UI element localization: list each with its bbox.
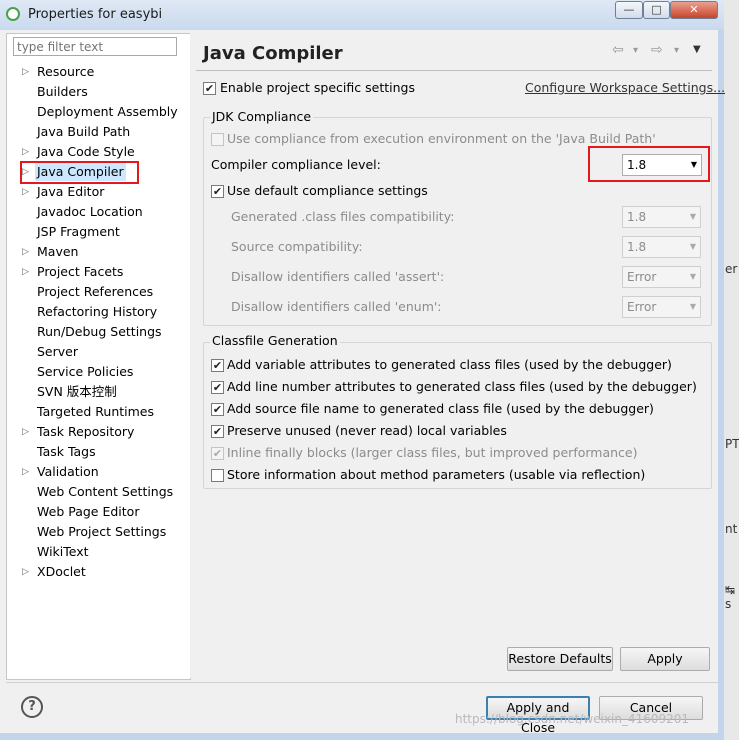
tree-item[interactable]: Builders [37,83,88,101]
disallow-enum-value: Error [627,300,657,314]
classfile-option-checkbox[interactable]: ✔ [211,447,224,460]
tree-item[interactable]: WikiText [37,543,89,561]
classfile-option-checkbox[interactable]: ✔ [211,359,224,372]
filter-input[interactable] [13,37,177,56]
restore-defaults-button[interactable]: Restore Defaults [507,647,613,671]
view-menu-icon[interactable]: ▼ [693,44,701,55]
tree-item[interactable]: Web Content Settings [37,483,173,501]
tree-item[interactable]: Project References [37,283,153,301]
tree-item[interactable]: Server [37,343,78,361]
tree-item[interactable]: Targeted Runtimes [37,403,154,421]
background-window-strip [724,0,739,740]
enable-specific-checkbox[interactable]: ✔ [203,82,216,95]
help-icon[interactable]: ? [21,696,43,718]
tree-item[interactable]: Task Repository [37,423,134,441]
tree-item[interactable]: Run/Debug Settings [37,323,162,341]
use-ee-compliance-label: Use compliance from execution environmen… [227,131,656,146]
expand-arrow-icon[interactable]: ▷ [22,143,30,161]
expand-arrow-icon[interactable]: ▷ [22,243,30,261]
disallow-assert-value: Error [627,270,657,284]
disallow-assert-label: Disallow identifiers called 'assert': [231,269,445,284]
tree-item[interactable]: Javadoc Location [37,203,143,221]
class-compat-select[interactable]: 1.8 ▼ [622,206,701,228]
expand-arrow-icon[interactable]: ▷ [22,183,30,201]
class-compat-value: 1.8 [627,210,647,224]
background-text: ↹ s [725,583,736,611]
disallow-enum-select[interactable]: Error ▼ [622,296,701,318]
highlight-box [20,161,139,184]
dropdown-arrow-icon: ▼ [689,272,696,281]
classfile-option-label: Store information about method parameter… [227,467,646,482]
jdk-compliance-title: JDK Compliance [210,109,314,124]
tree-item[interactable]: Maven [37,243,78,261]
watermark: https://blog.csdn.net/weixin_41609201 [455,712,690,726]
disallow-enum-label: Disallow identifiers called 'enum': [231,299,442,314]
tree-item[interactable]: Deployment Assembly [37,103,178,121]
classfile-option-label: Preserve unused (never read) local varia… [227,423,507,438]
highlight-box [588,146,710,182]
source-compat-value: 1.8 [627,240,647,254]
back-arrow-icon[interactable]: ⇦ [612,42,624,58]
classfile-option-label: Add variable attributes to generated cla… [227,357,672,372]
tree-item[interactable]: Resource [37,63,94,81]
tree-item[interactable]: XDoclet [37,563,86,581]
close-button[interactable]: ✕ [670,1,718,19]
dialog-frame-bottom [0,733,724,740]
tree-item[interactable]: Service Policies [37,363,133,381]
source-compat-select[interactable]: 1.8 ▼ [622,236,701,258]
configure-workspace-link[interactable]: Configure Workspace Settings... [525,80,725,95]
apply-button[interactable]: Apply [620,647,710,671]
compliance-level-label: Compiler compliance level: [211,157,381,172]
enable-specific-label: Enable project specific settings [220,80,415,95]
class-compat-label: Generated .class files compatibility: [231,209,455,224]
dropdown-arrow-icon: ▼ [689,212,696,221]
background-text: PT [725,437,739,451]
minimize-button[interactable]: — [615,1,643,19]
eclipse-app-icon [6,7,20,21]
disallow-assert-select[interactable]: Error ▼ [622,266,701,288]
classfile-option-label: Inline finally blocks (larger class file… [227,445,638,460]
background-text: er [725,262,738,276]
window-title: Properties for easybi [28,7,163,22]
forward-menu-icon[interactable]: ▾ [674,45,679,56]
expand-arrow-icon[interactable]: ▷ [22,563,30,581]
back-menu-icon[interactable]: ▾ [633,45,638,56]
classfile-generation-title: Classfile Generation [210,333,340,348]
footer-separator [6,682,718,683]
tree-item[interactable]: Refactoring History [37,303,157,321]
classfile-option-label: Add source file name to generated class … [227,401,654,416]
use-default-compliance-label: Use default compliance settings [227,183,428,198]
expand-arrow-icon[interactable]: ▷ [22,463,30,481]
classfile-option-checkbox[interactable]: ✔ [211,403,224,416]
source-compat-label: Source compatibility: [231,239,363,254]
tree-item[interactable]: SVN 版本控制 [37,383,117,401]
title-separator [196,70,712,71]
tree-item[interactable]: Web Project Settings [37,523,166,541]
tree-item[interactable]: Validation [37,463,99,481]
dropdown-arrow-icon: ▼ [689,302,696,311]
tree-item[interactable]: Project Facets [37,263,123,281]
use-ee-compliance-checkbox[interactable] [211,133,224,146]
use-default-compliance-checkbox[interactable]: ✔ [211,185,224,198]
classfile-option-checkbox[interactable] [211,469,224,482]
dropdown-arrow-icon: ▼ [689,242,696,251]
forward-arrow-icon[interactable]: ⇨ [651,42,663,58]
expand-arrow-icon[interactable]: ▷ [22,263,30,281]
background-text: nt [725,522,738,536]
classfile-option-label: Add line number attributes to generated … [227,379,697,394]
tree-item[interactable]: Web Page Editor [37,503,139,521]
tree-item[interactable]: Task Tags [37,443,96,461]
tree-item[interactable]: Java Editor [37,183,104,201]
tree-item[interactable]: JSP Fragment [37,223,120,241]
page-title: Java Compiler [203,43,343,64]
classfile-option-checkbox[interactable]: ✔ [211,425,224,438]
tree-item[interactable]: Java Build Path [37,123,130,141]
expand-arrow-icon[interactable]: ▷ [22,423,30,441]
tree-item[interactable]: Java Code Style [37,143,135,161]
classfile-option-checkbox[interactable]: ✔ [211,381,224,394]
expand-arrow-icon[interactable]: ▷ [22,63,30,81]
maximize-button[interactable]: □ [643,1,670,19]
